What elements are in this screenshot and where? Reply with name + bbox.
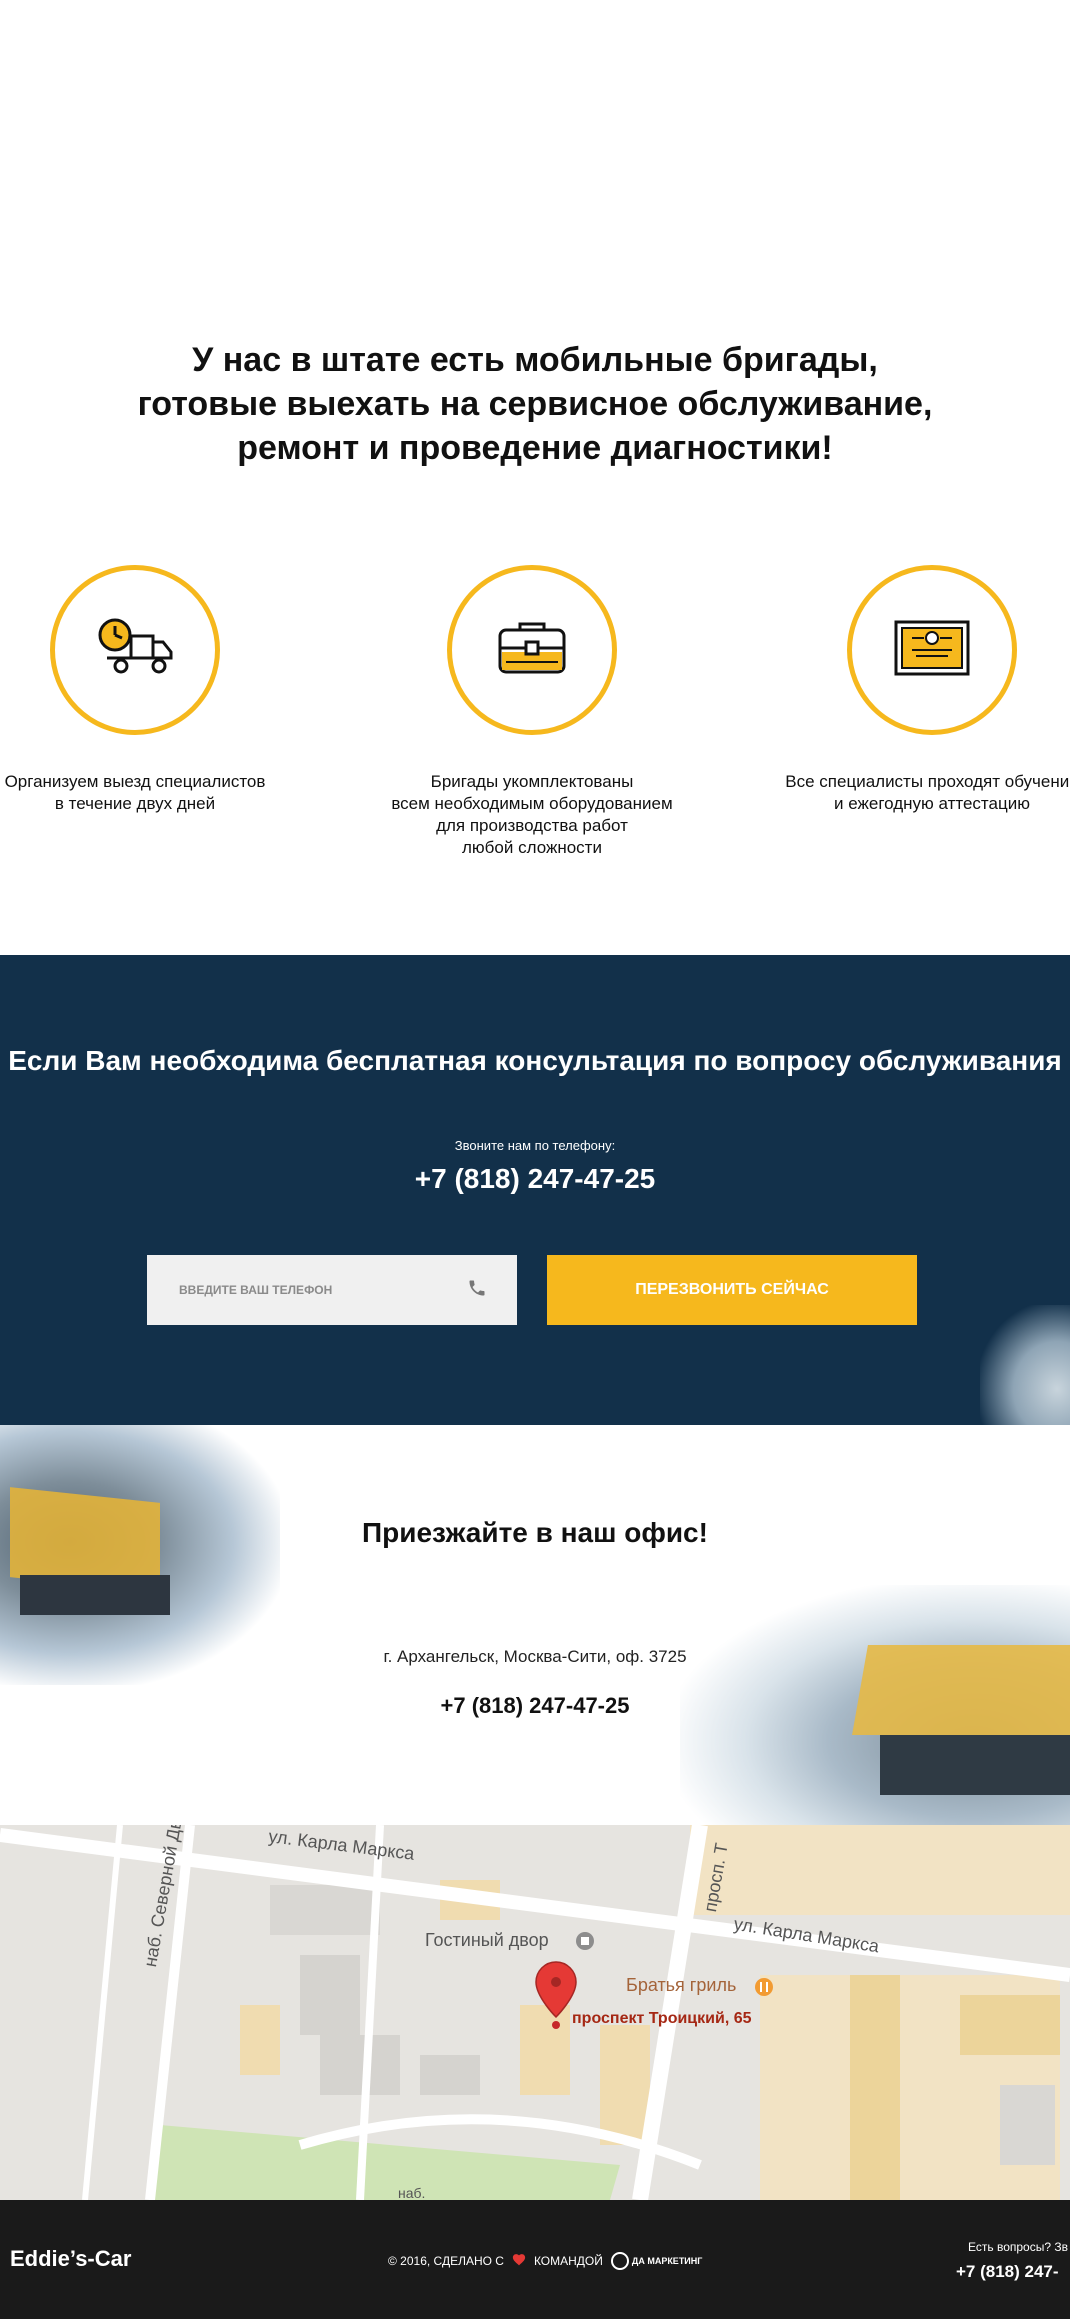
feature-circle: [847, 565, 1017, 735]
restaurant-poi-icon: [755, 1978, 773, 1996]
location-map[interactable]: ул. Карла Маркса ул. Карла Маркса наб. С…: [0, 1825, 1070, 2200]
map-building: [600, 2025, 650, 2145]
feature-departure: Организуем выезд специалистов в течение …: [0, 565, 315, 815]
consultation-phone[interactable]: +7 (818) 247-47-25: [0, 1163, 1070, 1195]
office-address: г. Архангельск, Москва-Сити, оф. 3725: [383, 1647, 687, 1666]
title-line: ремонт и проведение диагностики!: [237, 429, 833, 467]
feature-equipment: Бригады укомплектованы всем необходимым …: [352, 565, 712, 859]
shopping-poi-icon: [576, 1932, 594, 1950]
agency-logo[interactable]: ДА МАРКЕТИНГ: [610, 2252, 703, 2270]
map-street-label: наб.: [398, 2185, 426, 2200]
office-section: Приезжайте в наш офис! г. Архангельск, М…: [0, 1425, 1070, 1825]
feature-certification: Все специалисты проходят обучение и ежег…: [752, 565, 1070, 815]
heart-icon: [512, 2253, 526, 2269]
truck-clock-icon: [97, 618, 173, 683]
map-building: [960, 1995, 1060, 2055]
footer-question: Есть вопросы? Зв: [968, 2240, 1068, 2254]
feature-line: Бригады укомплектованы: [430, 772, 634, 791]
office-phone[interactable]: +7 (818) 247-47-25: [0, 1693, 1070, 1719]
map-building: [520, 2005, 570, 2095]
title-line: готовые выехать на сервисное обслуживани…: [137, 385, 933, 423]
feature-line: и ежегодную аттестацию: [834, 794, 1030, 813]
truck-photo-left: [0, 1425, 280, 1685]
feature-line: всем необходимым оборудованием: [391, 794, 673, 813]
map-poi-label: Братья гриль: [626, 1975, 737, 1995]
certificate-icon: [892, 618, 972, 683]
map-poi-label: Гостиный двор: [425, 1930, 549, 1950]
consultation-heading: Если Вам необходима бесплатная консульта…: [8, 1045, 1062, 1076]
truck-chassis-shape: [880, 1735, 1070, 1795]
agency-logo-icon: [610, 2252, 629, 2270]
feature-line: любой сложности: [462, 838, 602, 857]
mobile-brigades-title: У нас в штате есть мобильные бригады, го…: [85, 338, 985, 470]
feature-line: Все специалисты проходят обучение: [785, 772, 1070, 791]
map-building: [420, 2055, 480, 2095]
truck-chassis-shape: [20, 1575, 170, 1615]
consultation-section: Если Вам необходима бесплатная консульта…: [0, 955, 1070, 1425]
feature-circle: [447, 565, 617, 735]
map-building: [240, 2005, 280, 2075]
credits-suffix: КОМАНДОЙ: [533, 2254, 603, 2268]
page: У нас в штате есть мобильные бригады, го…: [0, 0, 1070, 2319]
callback-button[interactable]: ПЕРЕЗВОНИТЬ СЕЙЧАС: [547, 1255, 917, 1325]
footer-phone[interactable]: +7 (818) 247-: [956, 2262, 1059, 2282]
feature-line: для производства работ: [436, 816, 628, 835]
feature-line: в течение двух дней: [54, 794, 216, 813]
feature-text: Организуем выезд специалистов в течение …: [0, 771, 315, 815]
map-building: [690, 1825, 1070, 1915]
feature-text: Все специалисты проходят обучение и ежег…: [752, 771, 1070, 815]
map-building: [1000, 2085, 1055, 2165]
phone-icon: [467, 1278, 487, 1303]
map-building: [320, 2035, 400, 2095]
phone-input[interactable]: [177, 1282, 441, 1298]
site-logo[interactable]: Eddie’s-Car: [10, 2246, 131, 2272]
map-marker-label: проспект Троицкий, 65: [572, 2010, 752, 2027]
agency-logo-text: ДА МАРКЕТИНГ: [631, 2256, 703, 2266]
map-building: [850, 1975, 900, 2200]
title-line: У нас в штате есть мобильные бригады,: [192, 341, 878, 379]
map-building: [270, 1885, 380, 1935]
footer: Eddie’s-Car © 2016, СДЕЛАНО С КОМАНДОЙ Д…: [0, 2200, 1070, 2319]
footer-credits: © 2016, СДЕЛАНО С КОМАНДОЙ ДА МАРКЕТИНГ: [388, 2252, 702, 2270]
feature-circle: [50, 565, 220, 735]
mobile-brigades-section: У нас в штате есть мобильные бригады, го…: [0, 0, 1070, 955]
toolbox-icon: [494, 618, 570, 683]
credits-prefix: © 2016, СДЕЛАНО С: [388, 2254, 504, 2268]
office-title: Приезжайте в наш офис!: [362, 1517, 708, 1548]
feature-text: Бригады укомплектованы всем необходимым …: [352, 771, 712, 859]
truck-photo-decoration: [980, 1305, 1070, 1425]
call-us-label: Звоните нам по телефону:: [454, 1138, 616, 1153]
feature-line: Организуем выезд специалистов: [4, 772, 266, 791]
phone-field-wrapper: [147, 1255, 517, 1325]
map-building: [300, 1955, 360, 2035]
